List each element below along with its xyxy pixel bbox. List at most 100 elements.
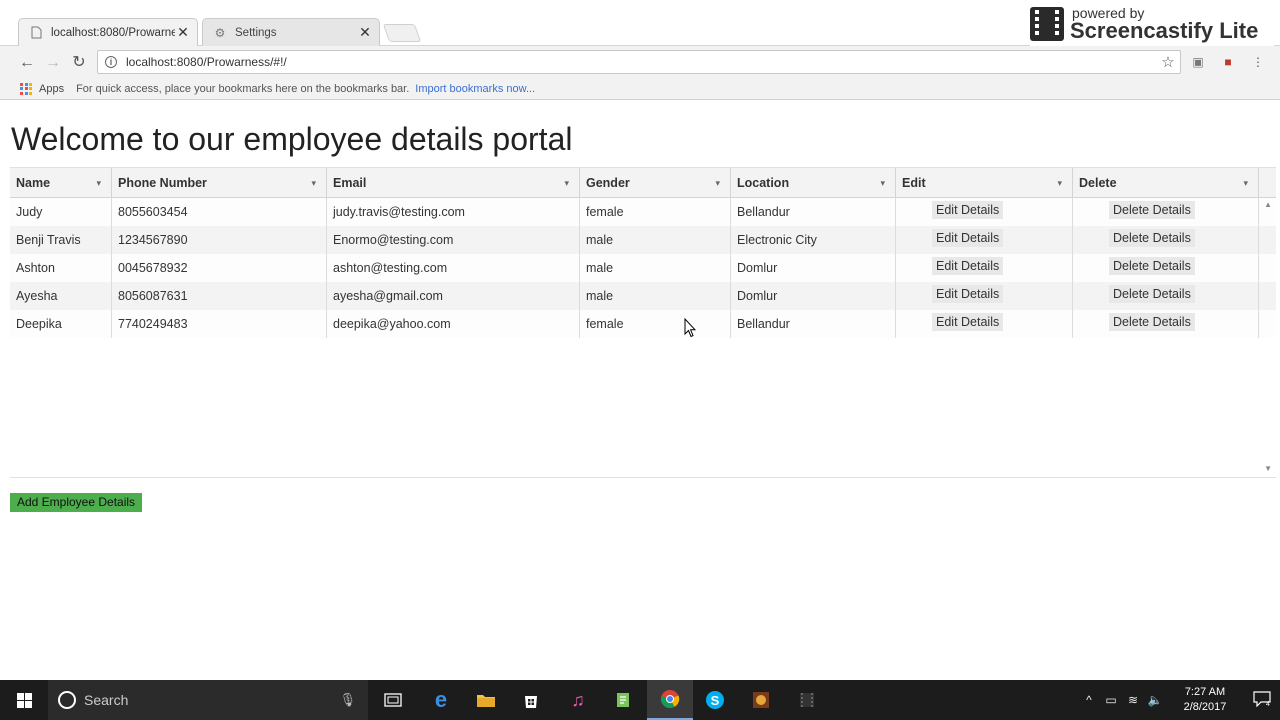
chevron-down-icon[interactable]: ▾ [96,168,101,198]
edit-details-button[interactable]: Edit Details [932,201,1004,219]
back-arrow-icon[interactable]: ← [16,52,38,74]
apps-link[interactable]: Apps [39,83,64,95]
film-app-icon[interactable] [784,680,830,720]
scroll-down-arrow-icon[interactable]: ▼ [1264,464,1272,473]
column-label: Email [333,176,367,190]
cell-name[interactable]: Ashton [10,254,112,282]
new-tab-button[interactable] [382,24,422,42]
url-text[interactable]: localhost:8080/Prowarness/#!/ [126,55,1156,69]
delete-details-button[interactable]: Delete Details [1109,285,1195,303]
cell-location[interactable]: Domlur [731,254,896,282]
table-row[interactable]: Benji Travis 1234567890 Enormo@testing.c… [10,226,1276,254]
file-explorer-icon[interactable] [463,680,509,720]
cell-gender[interactable]: male [580,282,731,310]
column-header-name[interactable]: Name ▾ [10,168,112,198]
import-bookmarks-link[interactable]: Import bookmarks now... [415,83,535,95]
table-row[interactable]: Ashton 0045678932 ashton@testing.com mal… [10,254,1276,282]
address-bar[interactable]: i localhost:8080/Prowarness/#!/ ☆ [97,50,1181,74]
close-tab-icon[interactable]: ✕ [175,24,191,41]
apps-grid-icon[interactable] [20,82,32,95]
cell-name[interactable]: Deepika [10,310,112,338]
app-icon[interactable] [738,680,784,720]
chevron-down-icon[interactable]: ▾ [880,168,885,198]
notification-icon[interactable]: 4 [1244,690,1280,710]
forward-arrow-icon[interactable]: → [42,52,64,74]
scroll-up-arrow-icon[interactable]: ▲ [1264,200,1272,209]
tab-prowarness[interactable]: localhost:8080/Prowarne ✕ [18,18,198,46]
itunes-icon[interactable]: ♫ [555,680,601,720]
cell-location[interactable]: Electronic City [731,226,896,254]
edge-browser-icon[interactable]: e [418,680,464,720]
cell-gender[interactable]: female [580,310,731,338]
reload-icon[interactable]: ↻ [68,52,90,74]
clock[interactable]: 7:27 AM 2/8/2017 [1170,685,1240,715]
extension-icon[interactable]: ▣ [1190,54,1206,70]
column-header-email[interactable]: Email ▾ [327,168,580,198]
cell-phone[interactable]: 1234567890 [112,226,327,254]
edit-details-button[interactable]: Edit Details [932,313,1004,331]
screencastify-extension-icon[interactable]: ■ [1220,54,1236,70]
cell-gender[interactable]: male [580,254,731,282]
cell-name[interactable]: Judy [10,198,112,226]
cell-email[interactable]: ashton@testing.com [327,254,580,282]
cell-location[interactable]: Bellandur [731,198,896,226]
chevron-down-icon[interactable]: ▾ [1057,168,1062,198]
notepad-icon[interactable] [600,680,646,720]
cell-gender[interactable]: male [580,226,731,254]
cell-phone[interactable]: 8056087631 [112,282,327,310]
table-row[interactable]: Judy 8055603454 judy.travis@testing.com … [10,198,1276,226]
table-row[interactable]: Deepika 7740249483 deepika@yahoo.com fem… [10,310,1276,338]
cell-gender[interactable]: female [580,198,731,226]
cell-email[interactable]: Enormo@testing.com [327,226,580,254]
delete-details-button[interactable]: Delete Details [1109,201,1195,219]
edit-details-button[interactable]: Edit Details [932,285,1004,303]
cell-name[interactable]: Benji Travis [10,226,112,254]
start-button[interactable] [0,680,48,720]
volume-icon[interactable]: 🔈 [1144,693,1166,707]
tab-settings[interactable]: ⚙ Settings ✕ [202,18,380,46]
wifi-icon[interactable]: ≋ [1122,693,1144,707]
cell-phone[interactable]: 8055603454 [112,198,327,226]
chevron-down-icon[interactable]: ▾ [564,168,569,198]
bookmark-star-icon[interactable]: ☆ [1156,53,1180,71]
chevron-down-icon[interactable]: ▾ [1243,168,1248,198]
cell-name[interactable]: Ayesha [10,282,112,310]
column-label: Delete [1079,176,1117,190]
chrome-icon[interactable] [647,680,693,720]
battery-icon[interactable]: ▭ [1100,693,1122,707]
store-icon[interactable] [508,680,554,720]
cell-email[interactable]: judy.travis@testing.com [327,198,580,226]
microphone-icon[interactable]: 🎙 [339,692,356,708]
info-icon[interactable]: i [105,56,117,68]
chevron-down-icon[interactable]: ▾ [311,168,316,198]
column-header-phone[interactable]: Phone Number ▾ [112,168,327,198]
cell-phone[interactable]: 0045678932 [112,254,327,282]
delete-details-button[interactable]: Delete Details [1109,257,1195,275]
column-header-gender[interactable]: Gender ▾ [580,168,731,198]
chevron-down-icon[interactable]: ▾ [715,168,720,198]
skype-icon[interactable]: S [692,680,738,720]
cell-email[interactable]: deepika@yahoo.com [327,310,580,338]
cell-location[interactable]: Bellandur [731,310,896,338]
chevron-up-icon[interactable]: ^ [1078,693,1100,707]
delete-details-button[interactable]: Delete Details [1109,313,1195,331]
task-view-icon[interactable] [370,680,416,720]
close-tab-icon[interactable]: ✕ [357,24,373,41]
edit-details-button[interactable]: Edit Details [932,229,1004,247]
add-employee-button[interactable]: Add Employee Details [10,493,142,512]
column-header-location[interactable]: Location ▾ [731,168,896,198]
cell-delete: Delete Details [1073,282,1259,310]
delete-details-button[interactable]: Delete Details [1109,229,1195,247]
menu-kebab-icon[interactable]: ⋮ [1250,54,1266,70]
cell-phone[interactable]: 7740249483 [112,310,327,338]
column-header-delete[interactable]: Delete ▾ [1073,168,1259,198]
cell-edit: Edit Details [896,254,1073,282]
cell-email[interactable]: ayesha@gmail.com [327,282,580,310]
cell-location[interactable]: Domlur [731,282,896,310]
cell-delete: Delete Details [1073,310,1259,338]
clock-date: 2/8/2017 [1183,701,1227,713]
taskbar-search[interactable]: Search 🎙 [48,680,368,720]
edit-details-button[interactable]: Edit Details [932,257,1004,275]
column-header-edit[interactable]: Edit ▾ [896,168,1073,198]
table-row[interactable]: Ayesha 8056087631 ayesha@gmail.com male … [10,282,1276,310]
